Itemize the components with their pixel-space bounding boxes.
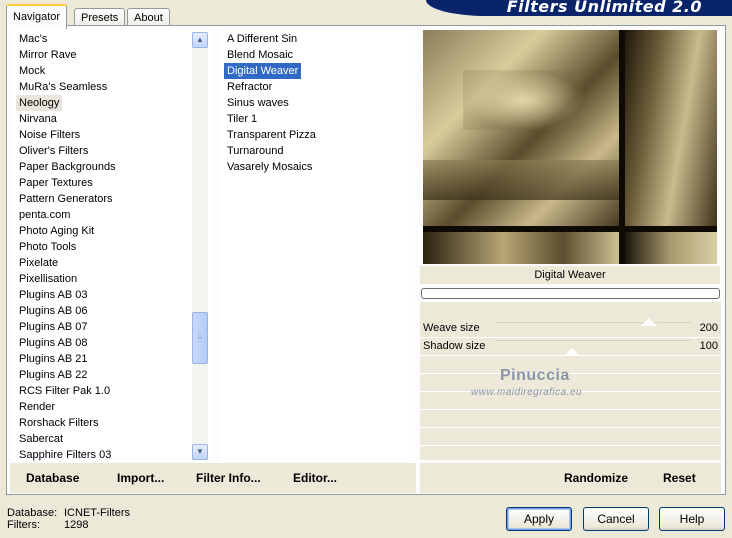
list-item[interactable]: Paper Backgrounds xyxy=(16,159,119,175)
filter-list[interactable]: A Different Sin Blend Mosaic Digital Weave… xyxy=(220,30,415,462)
category-scrollbar[interactable]: ▲ ≡ ▼ xyxy=(192,32,208,460)
list-item[interactable]: Plugins AB 03 xyxy=(16,287,91,303)
right-button-bar: Randomize Reset xyxy=(420,463,721,493)
list-item[interactable]: Photo Aging Kit xyxy=(16,223,97,239)
filter-info-button[interactable]: Filter Info... xyxy=(196,471,261,485)
slider-knob[interactable] xyxy=(640,318,657,326)
list-item[interactable]: Mac's xyxy=(16,31,50,47)
list-item[interactable]: Paper Textures xyxy=(16,175,96,191)
import-button[interactable]: Import... xyxy=(117,471,164,485)
slider-label: Shadow size xyxy=(423,340,486,352)
reset-button[interactable]: Reset xyxy=(663,471,696,485)
editor-button[interactable]: Editor... xyxy=(293,471,337,485)
list-item[interactable]: Plugins AB 08 xyxy=(16,335,91,351)
list-item[interactable]: Sinus waves xyxy=(224,95,292,111)
slider-label: Weave size xyxy=(423,322,480,334)
list-item[interactable]: Plugins AB 21 xyxy=(16,351,91,367)
slider-empty xyxy=(420,446,721,464)
slider-empty xyxy=(420,356,721,374)
filter-name-label: Digital Weaver xyxy=(420,266,720,284)
list-item[interactable]: Rorshack Filters xyxy=(16,415,101,431)
scroll-up-icon[interactable]: ▲ xyxy=(192,32,208,48)
slider-weave-size[interactable]: Weave size 200 xyxy=(420,318,721,338)
slider-empty xyxy=(420,428,721,446)
watermark-name: Pinuccia xyxy=(500,367,570,384)
status-area: Database: ICNET-Filters Filters: 1298 xyxy=(7,507,130,531)
list-item[interactable]: Pattern Generators xyxy=(16,191,116,207)
left-button-bar: Database Import... Filter Info... Editor… xyxy=(10,463,416,493)
database-value: ICNET-Filters xyxy=(64,507,130,519)
list-item[interactable]: Plugins AB 06 xyxy=(16,303,91,319)
slider-knob[interactable] xyxy=(564,348,581,356)
filters-count: 1298 xyxy=(64,519,89,531)
cancel-button[interactable]: Cancel xyxy=(583,507,649,531)
preview-image xyxy=(423,30,717,264)
list-item[interactable]: Sabercat xyxy=(16,431,66,447)
slider-value: 200 xyxy=(699,322,718,334)
list-item[interactable]: Vasarely Mosaics xyxy=(224,159,315,175)
list-item[interactable]: Digital Weaver xyxy=(224,63,302,79)
list-item[interactable]: Transparent Pizza xyxy=(224,127,319,143)
list-item[interactable]: Sapphire Filters 03 xyxy=(16,447,114,462)
apply-button[interactable]: Apply xyxy=(506,507,572,531)
tab-navigator[interactable]: Navigator xyxy=(6,4,68,29)
parameter-sliders: Weave size 200 Shadow size 100 xyxy=(420,302,721,460)
database-label: Database: xyxy=(7,507,58,519)
list-item[interactable]: Render xyxy=(16,399,58,415)
list-item[interactable]: Oliver's Filters xyxy=(16,143,91,159)
list-item[interactable]: Photo Tools xyxy=(16,239,79,255)
filters-label: Filters: xyxy=(7,519,40,531)
category-list[interactable]: Mac's Mirror Rave Mock MuRa's Seamless Neolo… xyxy=(10,30,210,462)
list-item[interactable]: Turnaround xyxy=(224,143,286,159)
title-banner: Filters Unlimited 2.0 xyxy=(426,0,732,16)
progress-bar xyxy=(421,288,720,299)
list-item[interactable]: Tiler 1 xyxy=(224,111,260,127)
help-button[interactable]: Help xyxy=(659,507,725,531)
list-item[interactable]: Refractor xyxy=(224,79,275,95)
randomize-button[interactable]: Randomize xyxy=(564,471,628,485)
list-item[interactable]: Pixellisation xyxy=(16,271,80,287)
list-item[interactable]: Plugins AB 22 xyxy=(16,367,91,383)
slider-track[interactable] xyxy=(496,322,691,323)
list-item[interactable]: Noise Filters xyxy=(16,127,83,143)
list-item[interactable]: Nirvana xyxy=(16,111,60,127)
list-item[interactable]: penta.com xyxy=(16,207,73,223)
slider-track[interactable] xyxy=(496,340,691,341)
slider-value: 100 xyxy=(699,340,718,352)
list-item[interactable]: Plugins AB 07 xyxy=(16,319,91,335)
watermark-url: www.maidiregrafica.eu xyxy=(471,387,583,398)
list-item[interactable]: MuRa's Seamless xyxy=(16,79,110,95)
list-item[interactable]: Blend Mosaic xyxy=(224,47,296,63)
list-item[interactable]: A Different Sin xyxy=(224,31,300,47)
list-item[interactable]: RCS Filter Pak 1.0 xyxy=(16,383,113,399)
slider-empty xyxy=(420,410,721,428)
list-item[interactable]: Mock xyxy=(16,63,48,79)
database-button[interactable]: Database xyxy=(26,471,79,485)
slider-shadow-size[interactable]: Shadow size 100 xyxy=(420,338,721,356)
scroll-thumb[interactable]: ≡ xyxy=(192,312,208,364)
list-item[interactable]: Pixelate xyxy=(16,255,61,271)
banner-title: Filters Unlimited 2.0 xyxy=(506,0,702,16)
list-item[interactable]: Neology xyxy=(16,95,63,111)
list-item[interactable]: Mirror Rave xyxy=(16,47,79,63)
scroll-down-icon[interactable]: ▼ xyxy=(192,444,208,460)
